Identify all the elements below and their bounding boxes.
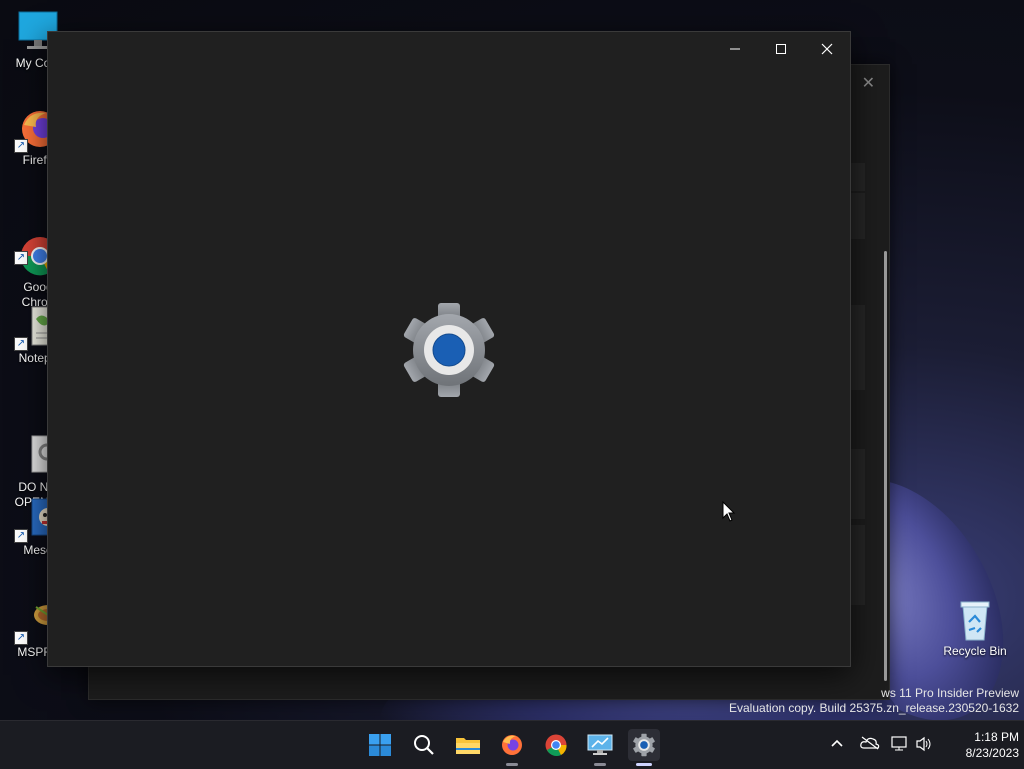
close-icon [821,43,833,55]
taskbar-firefox[interactable] [496,729,528,766]
maximize-icon [776,44,786,54]
shortcut-arrow-icon: ↗ [14,337,28,351]
taskbar-search-button[interactable] [408,729,440,761]
shortcut-arrow-icon: ↗ [14,139,28,153]
background-panel [851,449,865,519]
show-hidden-icons-button[interactable] [830,736,844,753]
desktop-icon-label: Recycle Bin [943,644,1007,658]
chrome-icon [545,734,567,757]
shortcut-arrow-icon: ↗ [14,631,28,645]
background-panel [851,525,865,605]
mouse-cursor [722,500,736,528]
background-panel [851,193,865,239]
taskbar-file-explorer[interactable] [452,729,484,761]
background-panel [851,163,865,191]
scrollbar[interactable] [884,251,887,681]
recycle-bin-icon [953,598,997,642]
taskbar-chrome[interactable] [540,729,572,761]
folder-icon [456,738,480,754]
watermark-line-1: ws 11 Pro Insider Preview [881,686,1019,700]
desktop: My Com ↗ Firefo ↗ Goog Chron ↗ Notepa DO… [0,0,1024,720]
search-icon [414,735,434,755]
network-icon [891,736,907,751]
tray-onedrive[interactable] [860,736,880,753]
settings-splash-window[interactable] [47,31,851,667]
shortcut-arrow-icon: ↗ [14,251,28,265]
active-indicator [636,763,652,766]
firefox-icon [502,735,522,755]
windows-start-icon [369,734,391,756]
taskbar-remote-desktop[interactable] [584,729,616,766]
cloud-off-icon [860,736,880,750]
taskbar-settings[interactable] [628,729,660,766]
clock-time: 1:18 PM [974,730,1019,744]
evaluation-watermark: ws 11 Pro Insider Preview Evaluation cop… [729,686,1019,716]
shortcut-arrow-icon: ↗ [14,529,28,543]
chevron-up-icon [831,739,843,747]
watermark-line-2: Evaluation copy. Build 25375.zn_release.… [729,701,1019,715]
background-panel [851,305,865,390]
remote-desktop-icon [587,734,613,755]
settings-gear-icon [633,733,655,757]
maximize-button[interactable] [758,32,804,66]
settings-gear-icon [399,302,499,398]
volume-icon [916,736,931,752]
taskbar-start-button[interactable] [364,729,396,761]
tray-volume[interactable] [915,736,933,755]
clock-date: 8/23/2023 [965,746,1019,760]
minimize-icon [730,48,740,50]
running-indicator [506,763,518,766]
running-indicator [594,763,606,766]
close-button[interactable] [804,32,850,66]
close-icon[interactable]: ✕ [862,73,875,93]
minimize-button[interactable] [712,32,758,66]
desktop-icon-recycle-bin[interactable]: Recycle Bin [937,598,1013,659]
taskbar: 1:18 PM 8/23/2023 [0,720,1024,769]
tray-network[interactable] [891,736,909,755]
taskbar-clock[interactable]: 1:18 PM 8/23/2023 [966,729,1019,761]
